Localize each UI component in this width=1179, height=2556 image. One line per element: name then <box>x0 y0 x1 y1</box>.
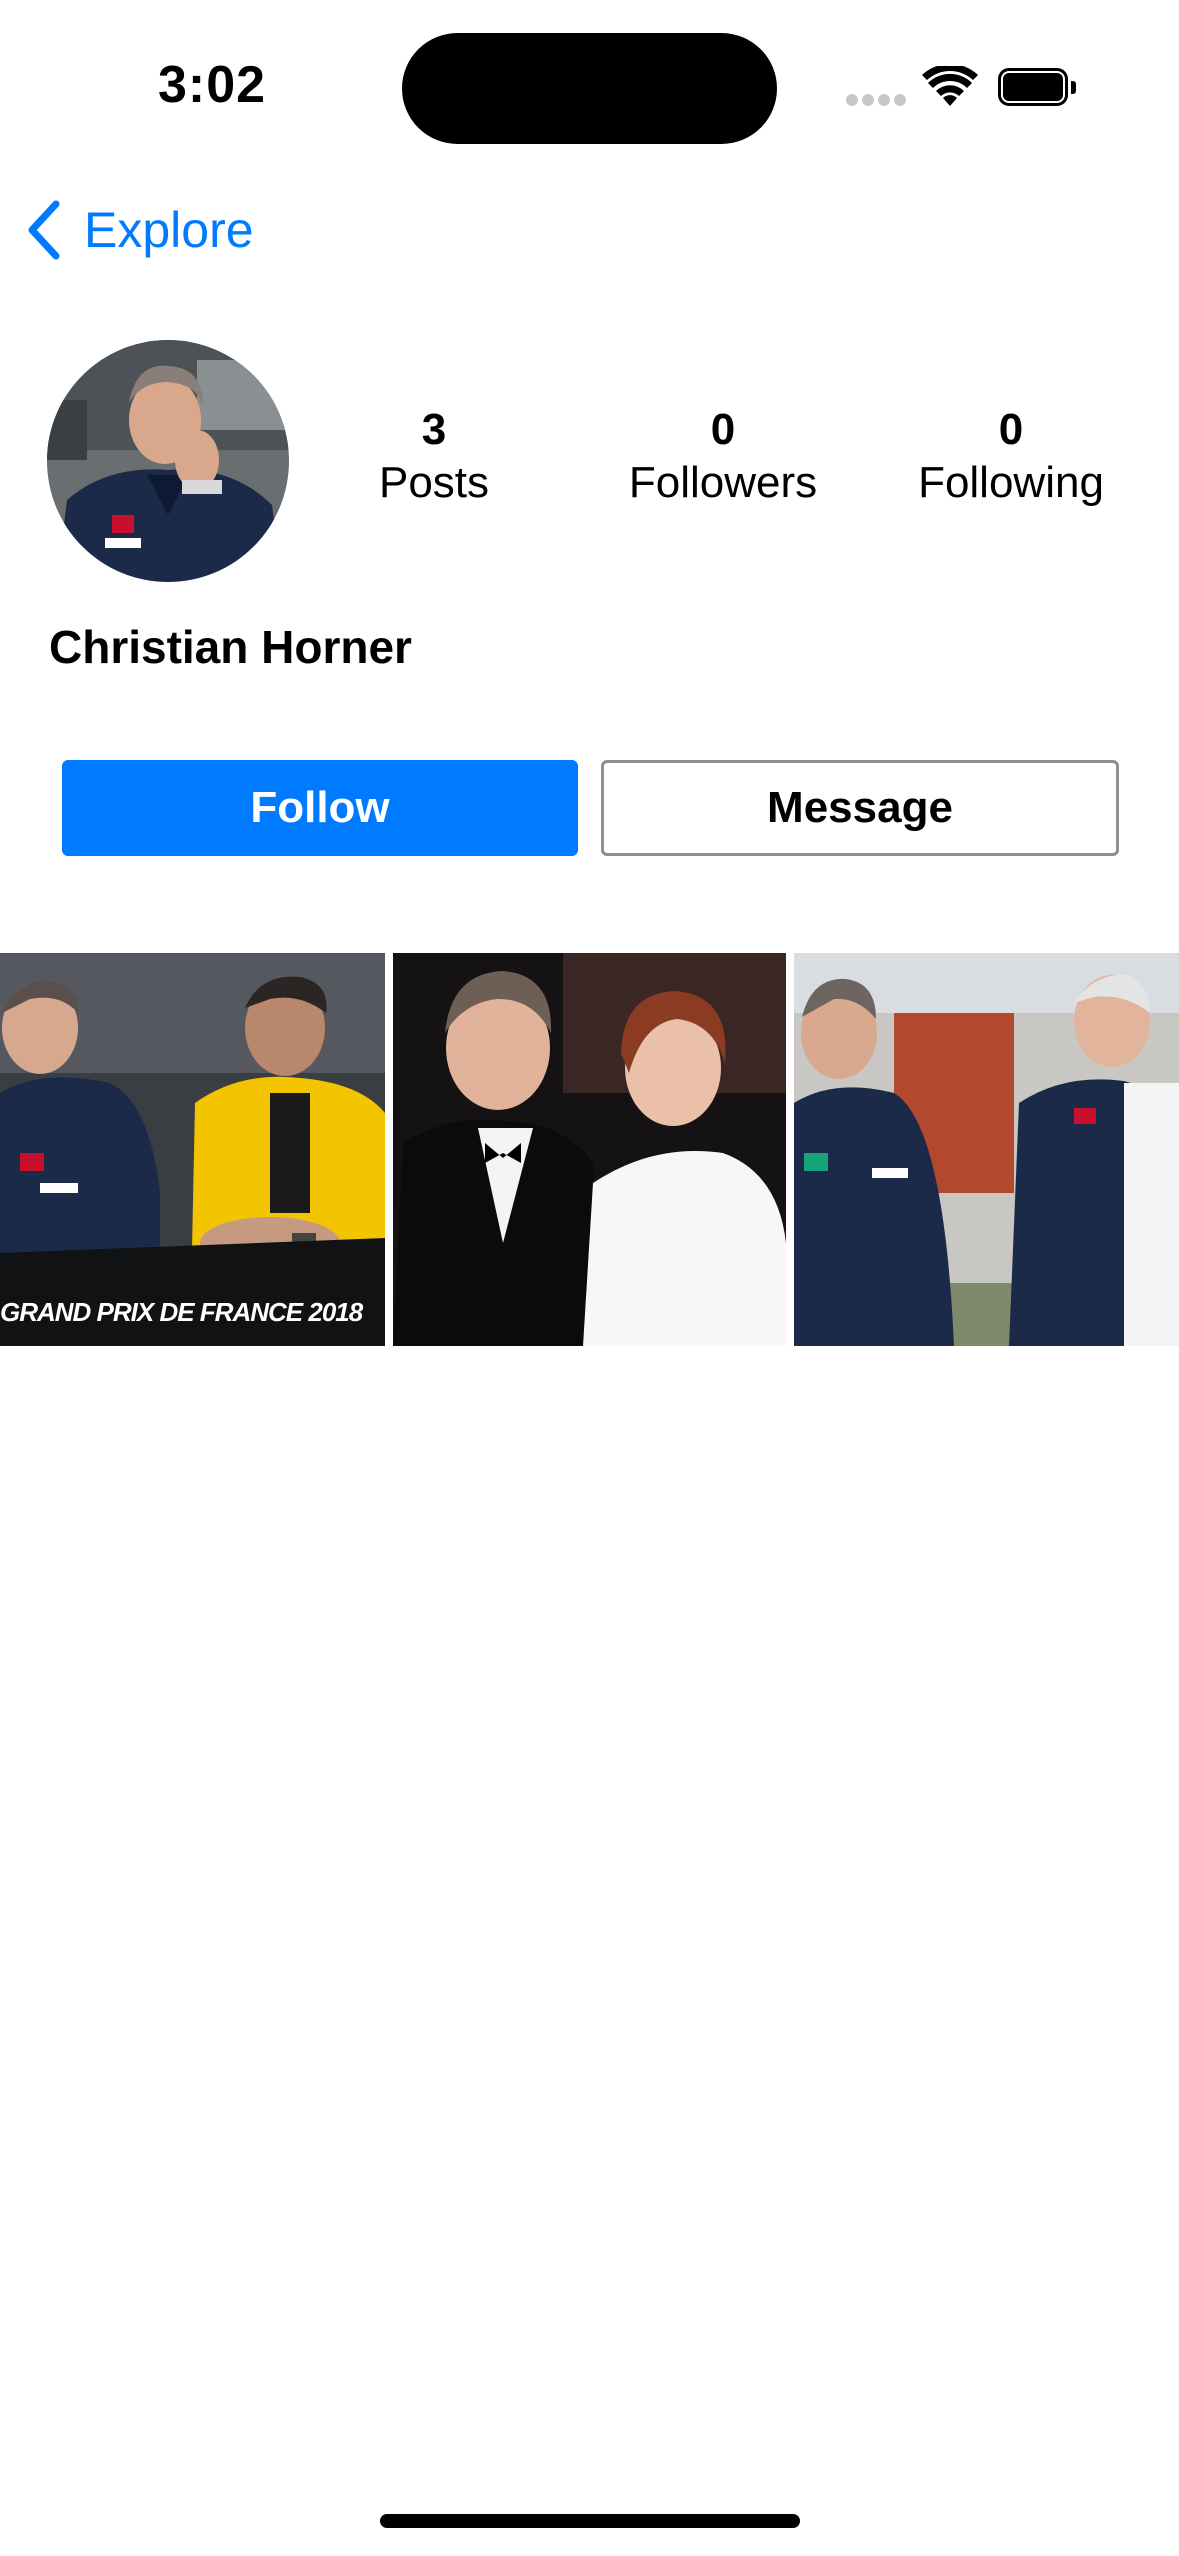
post-caption: GRAND PRIX DE FRANCE 2018 <box>0 1297 363 1327</box>
following-count: 0 <box>998 405 1024 454</box>
status-bar: 3:02 <box>0 0 1179 170</box>
post-thumbnail[interactable] <box>393 953 786 1346</box>
posts-stat[interactable]: 3 Posts <box>304 404 564 510</box>
follow-button[interactable]: Follow <box>62 760 578 856</box>
posts-label: Posts <box>378 457 490 507</box>
cellular-signal-icon <box>846 94 906 108</box>
following-label: Following <box>918 457 1104 507</box>
following-stat[interactable]: 0 Following <box>881 404 1141 510</box>
followers-label: Followers <box>628 457 818 507</box>
post-thumbnail[interactable]: GRAND PRIX DE FRANCE 2018 <box>0 953 385 1346</box>
status-time: 3:02 <box>158 56 267 114</box>
chevron-left-icon <box>28 200 60 260</box>
avatar[interactable] <box>47 340 289 582</box>
back-button[interactable]: Explore <box>22 190 254 270</box>
posts-count: 3 <box>421 405 447 454</box>
post-grid: GRAND PRIX DE FRANCE 2018 <box>0 953 1179 1346</box>
message-button[interactable]: Message <box>601 760 1119 856</box>
home-indicator[interactable] <box>380 2514 800 2528</box>
wifi-icon <box>922 63 978 110</box>
back-label: Explore <box>84 202 254 258</box>
followers-stat[interactable]: 0 Followers <box>593 404 853 510</box>
profile-name: Christian Horner <box>49 621 412 673</box>
followers-count: 0 <box>710 405 736 454</box>
dynamic-island <box>402 33 777 144</box>
battery-icon <box>998 68 1078 106</box>
post-thumbnail[interactable] <box>794 953 1179 1346</box>
